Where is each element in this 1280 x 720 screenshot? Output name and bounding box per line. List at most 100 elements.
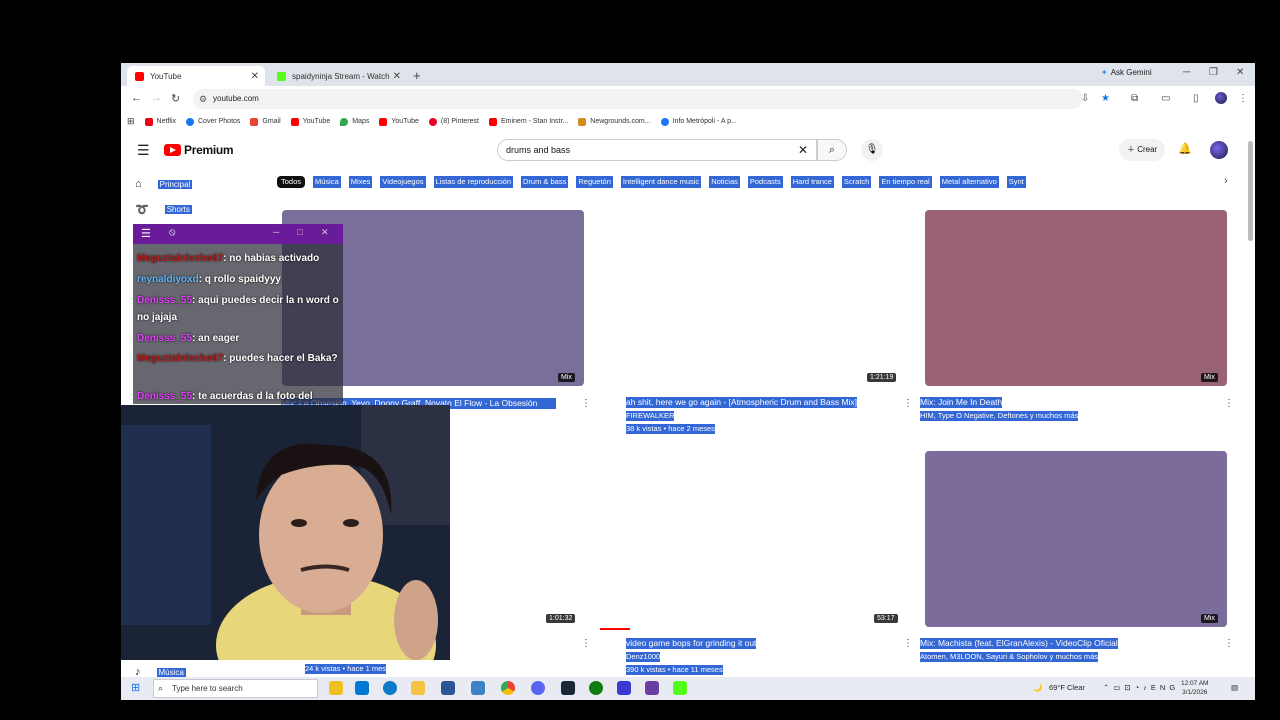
bookmark-star-icon[interactable]: ★ — [1101, 93, 1110, 104]
clear-search-icon[interactable]: ✕ — [798, 140, 808, 160]
profile-avatar[interactable] — [1215, 92, 1227, 104]
forward-icon[interactable]: → — [151, 92, 162, 104]
channel-name[interactable]: FIREWALKER — [626, 411, 675, 421]
bookmark-pinterest[interactable]: (8) Pinterest — [428, 117, 479, 126]
cast-icon[interactable]: ▭ — [1161, 93, 1170, 104]
store-icon[interactable] — [441, 681, 455, 695]
ask-gemini-button[interactable]: ✦ Ask Gemini — [1101, 68, 1152, 77]
tray-icons[interactable]: ⌃▭⊡◔♪ENG — [1103, 683, 1179, 692]
video-title[interactable]: video game bops for grinding it out — [626, 638, 757, 649]
chat-close-icon[interactable]: ✕ — [321, 227, 329, 238]
chips-next-icon[interactable]: › — [1224, 175, 1228, 187]
steam-icon[interactable] — [561, 681, 575, 695]
chip-9[interactable]: Podcasts — [747, 176, 783, 188]
chip-11[interactable]: Scratch — [841, 176, 872, 188]
chip-3[interactable]: Videojuegos — [380, 176, 426, 188]
chat-maximize-icon[interactable]: □ — [297, 227, 302, 237]
close-tab-icon[interactable]: ✕ — [393, 71, 401, 82]
bookmark-cover-photos[interactable]: Cover Photos — [186, 117, 240, 126]
kick-icon[interactable] — [673, 681, 687, 695]
sidebar-item-home[interactable]: ⌂ Principal — [135, 178, 193, 190]
app-icon[interactable] — [617, 681, 631, 695]
chip-6[interactable]: Reguetón — [576, 176, 613, 188]
restore-icon[interactable]: ❐ — [1209, 67, 1218, 78]
clock[interactable]: 12:07 AM 3/1/2026 — [1181, 679, 1208, 697]
channel-name[interactable]: Denz1000 — [626, 652, 661, 662]
sidepanel-icon[interactable]: ▯ — [1193, 93, 1199, 104]
tab-stream[interactable]: spaidyninja Stream - Watch Live ✕ — [269, 66, 407, 86]
close-window-icon[interactable]: ✕ — [1236, 67, 1244, 78]
channel-name[interactable]: HIM, Type O Negative, Deftones y muchos … — [920, 411, 1079, 421]
bookmark-youtube-2[interactable]: YouTube — [379, 117, 419, 126]
bookmark-eminem[interactable]: Eminem - Stan Instr... — [488, 117, 568, 126]
video-menu-icon[interactable]: ⋮ — [903, 398, 913, 409]
create-button[interactable]: ＋ Crear — [1119, 139, 1166, 161]
menu-dots-icon[interactable]: ⋮ — [1238, 93, 1248, 104]
search-button[interactable]: ⌕ — [817, 139, 847, 161]
channel-name[interactable]: Atomen, M3LOON, Sayuri & Sopholov y much… — [920, 652, 1098, 662]
video-thumbnail[interactable] — [925, 210, 1227, 386]
bookmark-youtube[interactable]: YouTube — [290, 117, 330, 126]
youtube-avatar[interactable] — [1210, 141, 1228, 159]
video-title[interactable]: ah shit, here we go again - [Atmospheric… — [626, 397, 858, 408]
address-bar[interactable]: ⚙ youtube.com — [193, 89, 1083, 109]
mail-icon[interactable] — [471, 681, 485, 695]
video-menu-icon[interactable]: ⋮ — [1224, 398, 1234, 409]
chip-2[interactable]: Mixes — [348, 176, 373, 188]
install-icon[interactable]: ⇩ — [1081, 93, 1089, 104]
search-input[interactable]: drums and bass ✕ — [497, 139, 817, 161]
xbox-icon[interactable] — [589, 681, 603, 695]
chat-menu-icon[interactable]: ☰ — [141, 227, 151, 240]
video-title[interactable]: Mix: Machista (feat. ElGranAlexis) - Vid… — [920, 638, 1118, 649]
chip-5[interactable]: Drum & bass — [521, 176, 569, 188]
video-thumbnail[interactable] — [925, 451, 1227, 627]
sidebar-item-shorts[interactable]: ➰ Shorts — [135, 203, 192, 216]
chip-1[interactable]: Música — [313, 176, 341, 188]
apps-icon[interactable]: ⊞ — [127, 116, 135, 127]
youtube-logo[interactable]: Premium — [164, 143, 234, 157]
extensions-icon[interactable]: ⧉ — [1131, 93, 1138, 104]
back-icon[interactable]: ← — [131, 92, 142, 104]
video-menu-icon[interactable]: ⋮ — [1224, 638, 1234, 649]
chip-12[interactable]: En tiempo real — [879, 176, 932, 188]
video-thumbnail[interactable] — [626, 451, 909, 627]
chip-0[interactable]: Todos — [277, 176, 306, 188]
minimize-icon[interactable]: ─ — [1183, 67, 1190, 78]
close-tab-icon[interactable]: ✕ — [251, 71, 259, 82]
bookmark-netflix[interactable]: Netflix — [144, 117, 176, 126]
page-scrollbar[interactable] — [1248, 141, 1253, 241]
discord-icon[interactable] — [531, 681, 545, 695]
video-thumbnail[interactable] — [626, 210, 909, 386]
chip-8[interactable]: Noticias — [709, 176, 740, 188]
block-icon[interactable]: ⦸ — [169, 227, 176, 238]
taskbar-search-input[interactable]: ⌕ Type here to search — [153, 679, 318, 698]
weather-text[interactable]: 69°F Clear — [1049, 683, 1085, 692]
reload-icon[interactable]: ↻ — [171, 92, 180, 105]
chip-13[interactable]: Metal alternativo — [939, 176, 999, 188]
new-tab-button[interactable]: + — [413, 68, 421, 83]
chip-10[interactable]: Hard trance — [790, 176, 834, 188]
video-title[interactable]: Mix: Join Me In Death — [920, 397, 1003, 408]
chip-7[interactable]: Intelligent dance music — [620, 176, 702, 188]
video-menu-icon[interactable]: ⋮ — [903, 638, 913, 649]
bookmark-gmail[interactable]: Gmail — [250, 117, 281, 126]
windows-start-icon[interactable]: ⊞ — [131, 681, 140, 694]
obs-icon[interactable] — [645, 681, 659, 695]
copilot-icon[interactable] — [355, 681, 369, 695]
file-explorer-icon[interactable] — [411, 681, 425, 695]
taskview-icon[interactable] — [329, 681, 343, 695]
chat-minimize-icon[interactable]: ─ — [273, 227, 279, 237]
site-info-icon[interactable]: ⚙ — [199, 89, 207, 109]
mic-button[interactable]: 🎙 — [861, 139, 883, 161]
tab-youtube[interactable]: YouTube ✕ — [127, 66, 265, 86]
bookmark-maps[interactable]: Maps — [340, 117, 369, 126]
notifications-bell-icon[interactable]: 🔔 — [1178, 142, 1192, 155]
notification-center-icon[interactable]: ▤ — [1231, 683, 1238, 692]
chrome-icon[interactable] — [501, 681, 515, 695]
chip-4[interactable]: Listas de reproducción — [433, 176, 513, 188]
video-menu-icon[interactable]: ⋮ — [581, 638, 591, 649]
bookmark-metropoli[interactable]: Info Metrópoli - A p... — [660, 117, 737, 126]
chip-14[interactable]: Synt — [1006, 176, 1026, 188]
edge-icon[interactable] — [383, 681, 397, 695]
bookmark-newgrounds[interactable]: Newgrounds.com... — [578, 117, 651, 126]
